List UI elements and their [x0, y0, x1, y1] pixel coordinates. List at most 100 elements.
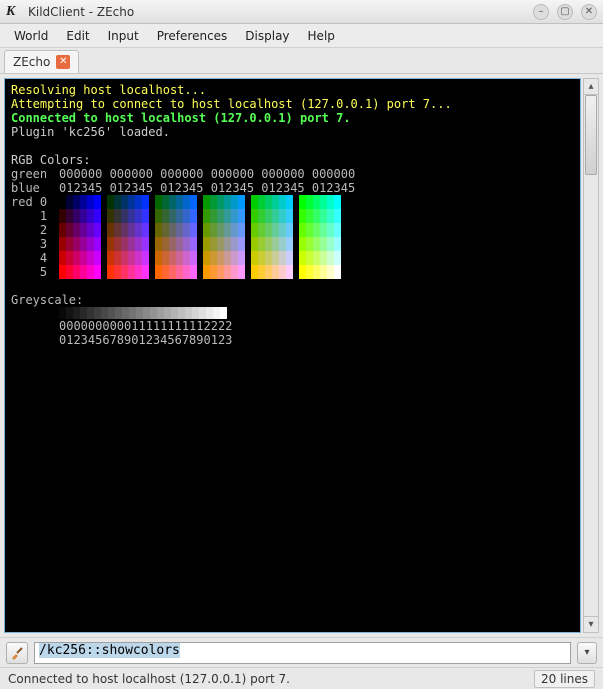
color-cell	[121, 265, 128, 279]
color-cell	[217, 251, 224, 265]
color-cell	[169, 237, 176, 251]
color-cell	[183, 237, 190, 251]
color-cell	[238, 237, 245, 251]
grey-cell	[115, 307, 122, 319]
color-cell	[59, 209, 66, 223]
color-cell	[320, 195, 327, 209]
menu-input[interactable]: Input	[100, 26, 147, 46]
grey-cell	[87, 307, 94, 319]
broom-icon	[10, 646, 24, 660]
color-cell	[279, 237, 286, 251]
color-cell	[313, 265, 320, 279]
color-cell	[306, 265, 313, 279]
window-titlebar: K KildClient - ZEcho – ▢ ✕	[0, 0, 603, 24]
grey-cell	[192, 307, 199, 319]
color-cell	[183, 195, 190, 209]
color-cell	[73, 237, 80, 251]
color-cell	[169, 209, 176, 223]
color-cell	[251, 251, 258, 265]
menu-world[interactable]: World	[6, 26, 56, 46]
color-cell	[320, 265, 327, 279]
color-cell	[286, 209, 293, 223]
menu-edit[interactable]: Edit	[58, 26, 97, 46]
terminal-line: Resolving host localhost...	[11, 83, 574, 97]
color-cell	[224, 237, 231, 251]
maximize-button[interactable]: ▢	[557, 4, 573, 20]
minimize-button[interactable]: –	[533, 4, 549, 20]
scroll-thumb[interactable]	[585, 95, 597, 175]
scroll-down-button[interactable]: ▾	[584, 616, 598, 632]
color-cell	[135, 265, 142, 279]
color-cell	[334, 209, 341, 223]
color-cell	[66, 223, 73, 237]
color-cell	[80, 251, 87, 265]
status-lines: 20 lines	[534, 670, 595, 688]
color-cell	[238, 265, 245, 279]
history-dropdown-button[interactable]: ▾	[577, 642, 597, 664]
color-cell	[176, 195, 183, 209]
color-cell	[224, 209, 231, 223]
color-row: red 0	[11, 195, 574, 209]
grey-cell	[136, 307, 143, 319]
color-cell	[142, 237, 149, 251]
color-cell	[334, 251, 341, 265]
color-cell	[107, 237, 114, 251]
color-cell	[155, 251, 162, 265]
color-cell	[176, 209, 183, 223]
menu-help[interactable]: Help	[300, 26, 343, 46]
terminal-output[interactable]: Resolving host localhost...Attempting to…	[4, 78, 581, 633]
window-title: KildClient - ZEcho	[28, 5, 533, 19]
color-cell	[114, 209, 121, 223]
color-cell	[128, 237, 135, 251]
color-cell	[299, 209, 306, 223]
color-cell	[203, 265, 210, 279]
color-cell	[80, 265, 87, 279]
color-cell	[327, 195, 334, 209]
menu-display[interactable]: Display	[237, 26, 297, 46]
grey-cell	[73, 307, 80, 319]
terminal-line: Attempting to connect to host localhost …	[11, 97, 574, 111]
color-cell	[217, 195, 224, 209]
color-row: 3	[11, 237, 574, 251]
scroll-up-button[interactable]: ▴	[584, 79, 598, 95]
red-row-label: red 0	[11, 195, 59, 209]
color-cell	[190, 195, 197, 209]
color-cell	[313, 237, 320, 251]
red-row-label: 4	[11, 251, 59, 265]
color-cell	[135, 209, 142, 223]
color-cell	[265, 251, 272, 265]
color-cell	[59, 237, 66, 251]
color-cell	[121, 251, 128, 265]
color-cell	[286, 237, 293, 251]
color-cell	[258, 195, 265, 209]
red-row-label: 1	[11, 209, 59, 223]
color-cell	[313, 195, 320, 209]
red-row-label: 2	[11, 223, 59, 237]
color-cell	[231, 251, 238, 265]
color-cell	[128, 251, 135, 265]
color-header-blue: blue012345 012345 012345 012345 012345 0…	[11, 181, 574, 195]
color-cell	[272, 223, 279, 237]
grey-cell	[213, 307, 220, 319]
menu-preferences[interactable]: Preferences	[149, 26, 236, 46]
color-cell	[265, 195, 272, 209]
tab-zecho[interactable]: ZEcho ✕	[4, 50, 79, 73]
grey-cell	[94, 307, 101, 319]
color-cell	[224, 223, 231, 237]
color-cell	[313, 223, 320, 237]
scrollbar[interactable]: ▴ ▾	[583, 78, 599, 633]
color-cell	[107, 223, 114, 237]
color-cell	[320, 209, 327, 223]
color-cell	[224, 251, 231, 265]
grey-cell	[199, 307, 206, 319]
color-cell	[190, 251, 197, 265]
close-window-button[interactable]: ✕	[581, 4, 597, 20]
clear-button[interactable]	[6, 642, 28, 664]
close-icon[interactable]: ✕	[56, 55, 70, 69]
scroll-track[interactable]	[584, 95, 598, 616]
color-cell	[162, 195, 169, 209]
command-input[interactable]: /kc256::showcolors	[34, 642, 571, 664]
color-cell	[121, 237, 128, 251]
color-cell	[73, 195, 80, 209]
grey-cell	[143, 307, 150, 319]
